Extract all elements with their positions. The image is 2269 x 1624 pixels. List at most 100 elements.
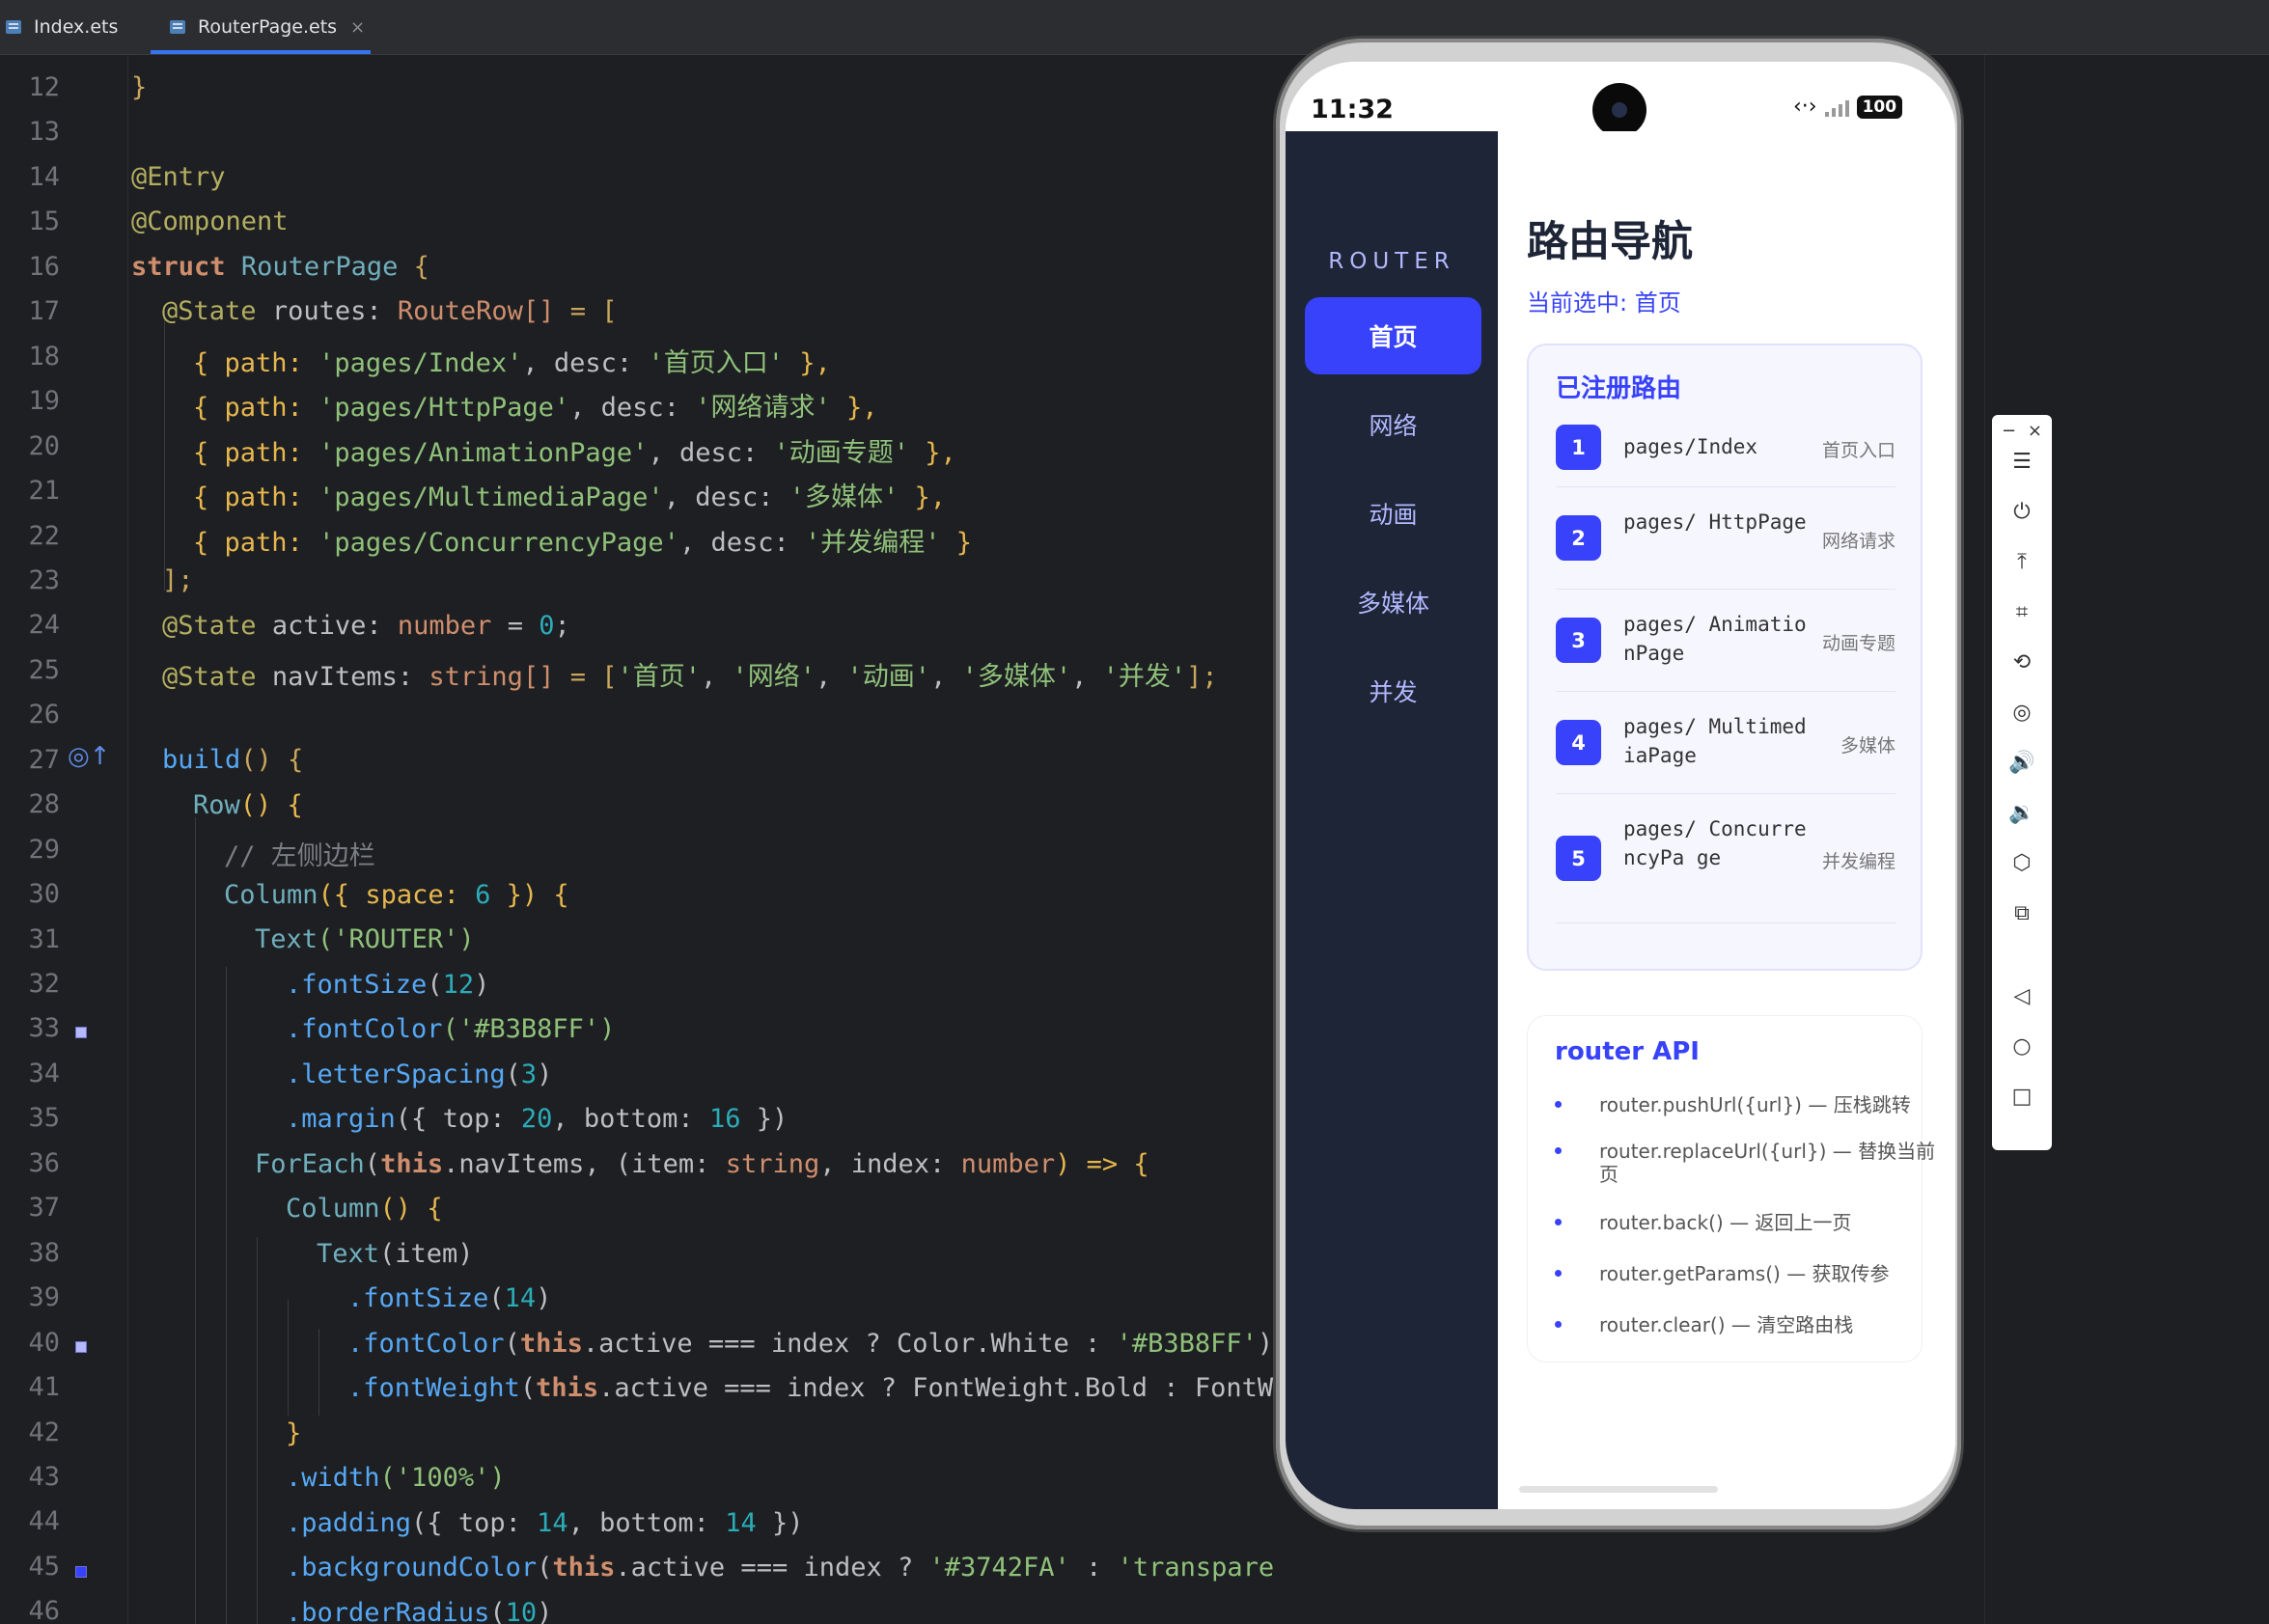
code-line-12: } — [131, 72, 148, 102]
punct: ) — [474, 970, 490, 1000]
override-method-icon[interactable]: ◎↑ — [68, 742, 110, 771]
code-line-24: @State active: number = 0; — [162, 611, 570, 641]
tab-index-ets[interactable]: Index.ets — [4, 0, 118, 54]
tab-routerpage-ets[interactable]: RouterPage.ets × — [151, 0, 372, 54]
string: 'pages/AnimationPage' — [318, 438, 649, 468]
punct: , desc: — [663, 482, 774, 512]
string: 'pages/ConcurrencyPage' — [318, 528, 679, 558]
keyword: this — [552, 1553, 616, 1583]
panel-divider — [1984, 55, 1985, 1624]
code-line-28: Row() { — [193, 790, 303, 820]
punct: ) — [1257, 1329, 1274, 1359]
route-row[interactable]: 2 pages/ HttpPage 网络请求 — [1556, 486, 1895, 590]
string: ('100%') — [379, 1463, 506, 1493]
component: Column — [224, 880, 318, 910]
location-icon[interactable]: ◎ — [1992, 701, 2052, 725]
screenshot-icon[interactable]: ⧉ — [1992, 901, 2052, 925]
code-line-17: @State routes: RouteRow[] = [ — [162, 296, 617, 326]
route-desc: 网络请求 — [1821, 531, 1895, 552]
code-editor[interactable]: 12 13 14 15 16 17 18 19 20 21 22 23 24 25 26 27 28 29 30 31… — [0, 55, 1274, 1624]
brace: }, — [925, 438, 956, 468]
punct: ( — [488, 1283, 505, 1313]
volume-down-icon[interactable]: 🔉 — [1992, 801, 2052, 825]
method: .borderRadius — [286, 1598, 490, 1624]
punct: , — [930, 662, 962, 692]
code-line-23: ]; — [162, 565, 194, 595]
indent-guide — [195, 817, 196, 1624]
pin-top-icon[interactable]: ⤒ — [1992, 550, 2052, 574]
line-number: 33 — [28, 1013, 60, 1044]
route-row[interactable]: 5 pages/ ConcurrencyPa ge 并发编程 — [1556, 793, 1895, 923]
route-number: 1 — [1556, 425, 1601, 470]
code-line-44: .padding({ top: 14, bottom: 14 }) — [286, 1508, 804, 1538]
home-indicator[interactable] — [1519, 1486, 1718, 1493]
route-row[interactable]: 4 pages/ MultimediaPage 多媒体 — [1556, 691, 1895, 794]
app-sidebar: ROUTER 首页 网络 动画 多媒体 并发 — [1286, 131, 1498, 1509]
line-number: 28 — [28, 789, 60, 820]
component: Text — [255, 924, 318, 954]
code-line-22: { path: 'pages/ConcurrencyPage', desc: '… — [193, 521, 972, 559]
power-icon[interactable]: ⏻ — [1992, 500, 2052, 524]
line-number: 37 — [28, 1193, 60, 1224]
color-swatch-icon[interactable] — [75, 1027, 87, 1038]
punct: ( — [364, 1149, 381, 1179]
keyword: this — [536, 1373, 599, 1403]
nav-item-multimedia[interactable]: 多媒体 — [1305, 564, 1481, 641]
method: .fontColor — [347, 1329, 505, 1359]
close-icon[interactable]: × — [2028, 421, 2042, 441]
color-swatch-icon[interactable] — [75, 1341, 87, 1353]
punct: ( — [489, 1598, 506, 1624]
menu-icon[interactable]: ☰ — [1992, 450, 2052, 474]
crop-icon[interactable]: ⌗ — [1992, 600, 2052, 624]
component: Row — [193, 790, 240, 820]
line-number: 12 — [28, 72, 60, 102]
component: ForEach — [255, 1149, 365, 1179]
bracket: ]; — [1186, 662, 1218, 692]
punct: ({ space: — [318, 880, 459, 910]
punct: , — [816, 662, 847, 692]
line-number: 38 — [28, 1237, 60, 1268]
number: 20 — [520, 1104, 553, 1134]
app-main: 路由导航 当前选中: 首页 已注册路由 1 pages/Index 首页入口 2… — [1498, 131, 1955, 1509]
home-icon[interactable]: ○ — [1992, 1034, 2052, 1059]
nav-item-home[interactable]: 首页 — [1305, 297, 1481, 374]
back-icon[interactable]: ◁ — [1992, 984, 2052, 1008]
string: '网络请求' — [695, 393, 831, 423]
nav-item-network[interactable]: 网络 — [1305, 386, 1481, 463]
line-number: 25 — [28, 654, 60, 685]
line-number: 44 — [28, 1506, 60, 1537]
route-row[interactable]: 1 pages/Index 首页入口 — [1556, 409, 1895, 487]
string: '动画' — [846, 662, 931, 692]
color-swatch-icon[interactable] — [75, 1566, 87, 1578]
route-row[interactable]: 3 pages/ AnimationPage 动画专题 — [1556, 589, 1895, 692]
bracket: = [ — [569, 662, 618, 692]
method: .margin — [286, 1104, 396, 1134]
close-tab-icon[interactable]: × — [350, 17, 365, 38]
punct: , bottom: — [552, 1104, 694, 1134]
field: navItems: — [271, 662, 414, 692]
code-line-40: .fontColor(this.active === index ? Color… — [347, 1329, 1273, 1359]
nav-item-concurrency[interactable]: 并发 — [1305, 652, 1481, 729]
code-line-29: // 左侧边栏 — [224, 841, 375, 871]
phone-screen[interactable]: 11:32 ‹·› 100 ROUTER 首页 网络 动画 多媒体 并发 路由导… — [1286, 62, 1955, 1509]
line-number: 30 — [28, 879, 60, 910]
number: 10 — [505, 1598, 538, 1624]
fold-icon[interactable]: ⬡ — [1992, 851, 2052, 875]
function: build — [162, 745, 241, 775]
rotate-icon[interactable]: ⟲ — [1992, 650, 2052, 674]
line-number: 36 — [28, 1147, 60, 1178]
volume-up-icon[interactable]: 🔊 — [1992, 751, 2052, 775]
line-number: 14 — [28, 161, 60, 192]
minimize-icon[interactable]: − — [2002, 421, 2016, 441]
nav-item-animation[interactable]: 动画 — [1305, 475, 1481, 552]
route-number: 3 — [1556, 618, 1601, 663]
route-desc: 动画专题 — [1821, 633, 1895, 654]
expr: .active === index ? Color.White : — [582, 1329, 1101, 1359]
line-number: 24 — [28, 610, 60, 641]
punct: ( — [537, 1553, 553, 1583]
routes-card: 已注册路由 1 pages/Index 首页入口 2 pages/ HttpPa… — [1527, 344, 1923, 971]
recents-icon[interactable]: □ — [1992, 1085, 2052, 1109]
brace: () { — [240, 745, 304, 775]
code-line-33: .fontColor('#B3B8FF') — [286, 1014, 615, 1044]
punct: ( — [427, 970, 443, 1000]
